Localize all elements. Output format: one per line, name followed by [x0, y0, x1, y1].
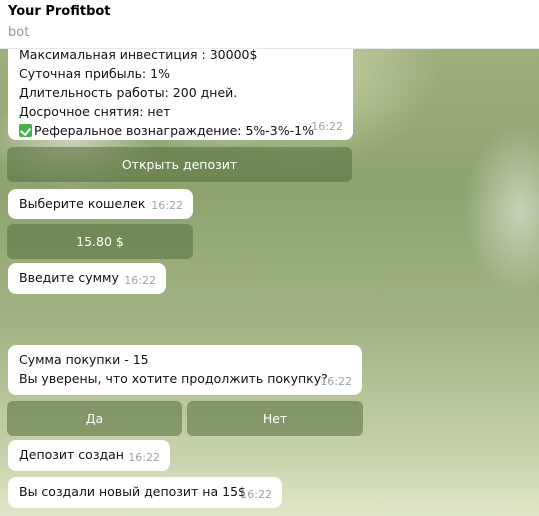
message-choose-wallet: Выберите кошелек 16:22	[8, 189, 193, 219]
message-time: 16:22	[124, 274, 156, 287]
message-text: Введите сумму	[19, 270, 119, 285]
open-deposit-button[interactable]: Открыть депозит	[7, 147, 352, 182]
message-enter-amount: Введите сумму 16:22	[8, 263, 166, 294]
message-text: Выберите кошелек	[19, 196, 146, 211]
message-time: 16:22	[240, 488, 272, 501]
message-deposit-info: Максимальная инвестиция : 30000$ Суточна…	[8, 49, 353, 140]
wallet-button[interactable]: 15.80 $	[7, 224, 193, 259]
chat-subtitle: bot	[8, 25, 30, 40]
deposit-early-withdrawal: Досрочное снятия: нет	[19, 104, 171, 119]
message-time: 16:22	[128, 451, 160, 464]
message-time: 16:22	[311, 120, 343, 133]
deposit-referral: Реферальное вознаграждение: 5%-3%-1%	[34, 123, 314, 138]
no-button[interactable]: Нет	[187, 401, 363, 436]
deposit-daily-profit: Суточная прибыль: 1%	[19, 66, 170, 81]
chat-title[interactable]: Your Profitbot	[8, 4, 111, 19]
deposit-referral-line: Реферальное вознаграждение: 5%-3%-1%	[19, 121, 342, 140]
message-time: 16:22	[151, 199, 183, 212]
message-text: Депозит создан	[19, 447, 124, 462]
chat-area[interactable]: Максимальная инвестиция : 30000$ Суточна…	[0, 49, 539, 516]
check-leaf-icon	[19, 124, 32, 137]
message-deposit-created: Депозит создан 16:22	[8, 440, 170, 471]
deposit-max-investment: Максимальная инвестиция : 30000$	[19, 49, 258, 62]
yes-button[interactable]: Да	[7, 401, 182, 436]
message-text: Вы создали новый депозит на 15$	[19, 484, 246, 499]
message-confirm: Сумма покупки - 15 Вы уверены, что хотит…	[8, 345, 362, 395]
message-time: 16:22	[320, 375, 352, 388]
confirm-amount: Сумма покупки - 15	[19, 352, 149, 367]
chat-header: Your Profitbot bot	[0, 0, 539, 49]
message-new-deposit: Вы создали новый депозит на 15$ 16:22	[8, 477, 282, 508]
deposit-duration: Длительность работы: 200 дней.	[19, 85, 238, 100]
confirm-question: Вы уверены, что хотите продолжить покупк…	[19, 371, 328, 386]
